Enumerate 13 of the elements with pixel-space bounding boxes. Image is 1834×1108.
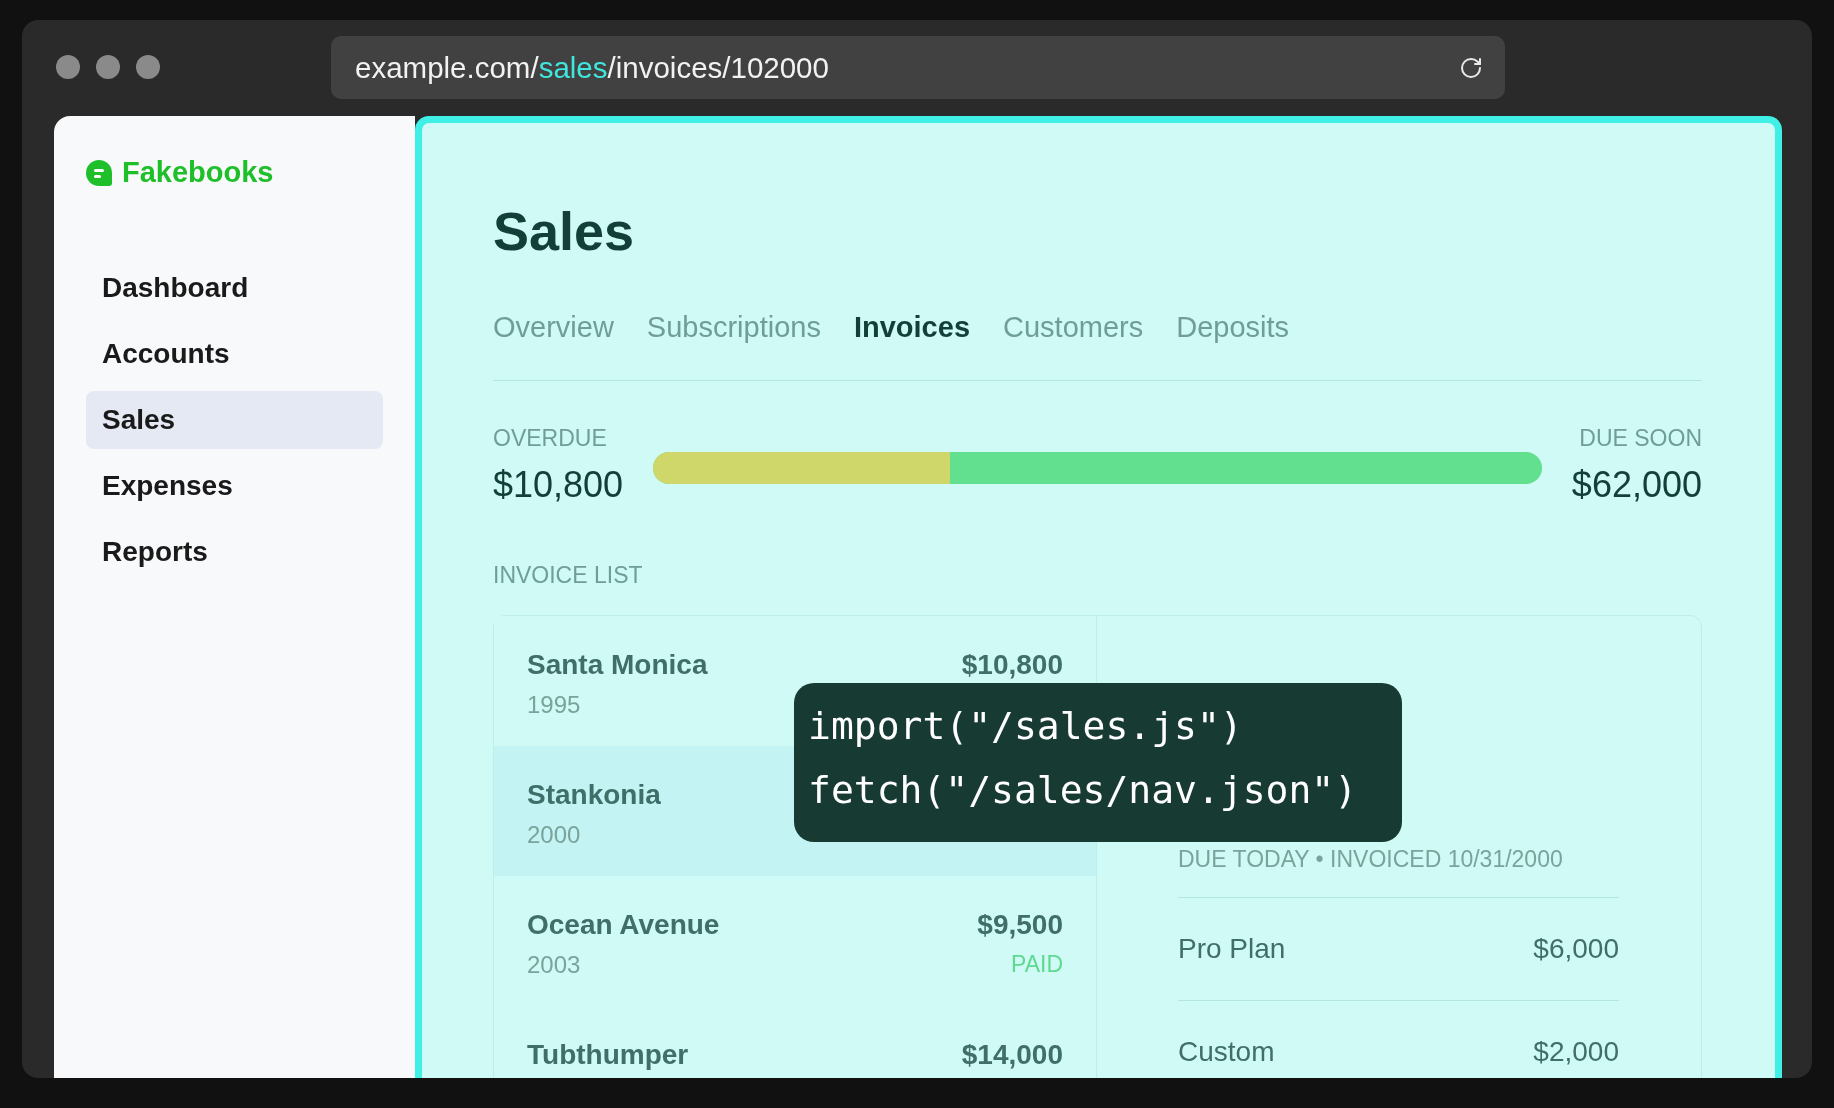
section-label: INVOICE LIST bbox=[493, 562, 644, 589]
due-soon-label: DUE SOON bbox=[1579, 425, 1702, 452]
code-line: fetch("/sales/nav.json") bbox=[808, 767, 1359, 814]
overdue-amount: $10,800 bbox=[493, 464, 624, 506]
line-item-amount: $6,000 bbox=[1533, 933, 1619, 965]
line-item-label: Custom bbox=[1178, 1036, 1275, 1068]
due-soon-amount: $62,000 bbox=[1571, 464, 1702, 506]
invoice-meta: DUE TODAY • INVOICED 10/31/2000 bbox=[1178, 846, 1619, 898]
line-item-label: Pro Plan bbox=[1178, 933, 1286, 965]
line-item-amount: $2,000 bbox=[1533, 1036, 1619, 1068]
overdue-label: OVERDUE bbox=[493, 425, 607, 452]
page-title: Sales bbox=[493, 201, 636, 261]
brand-name: Fakebooks bbox=[122, 156, 274, 189]
